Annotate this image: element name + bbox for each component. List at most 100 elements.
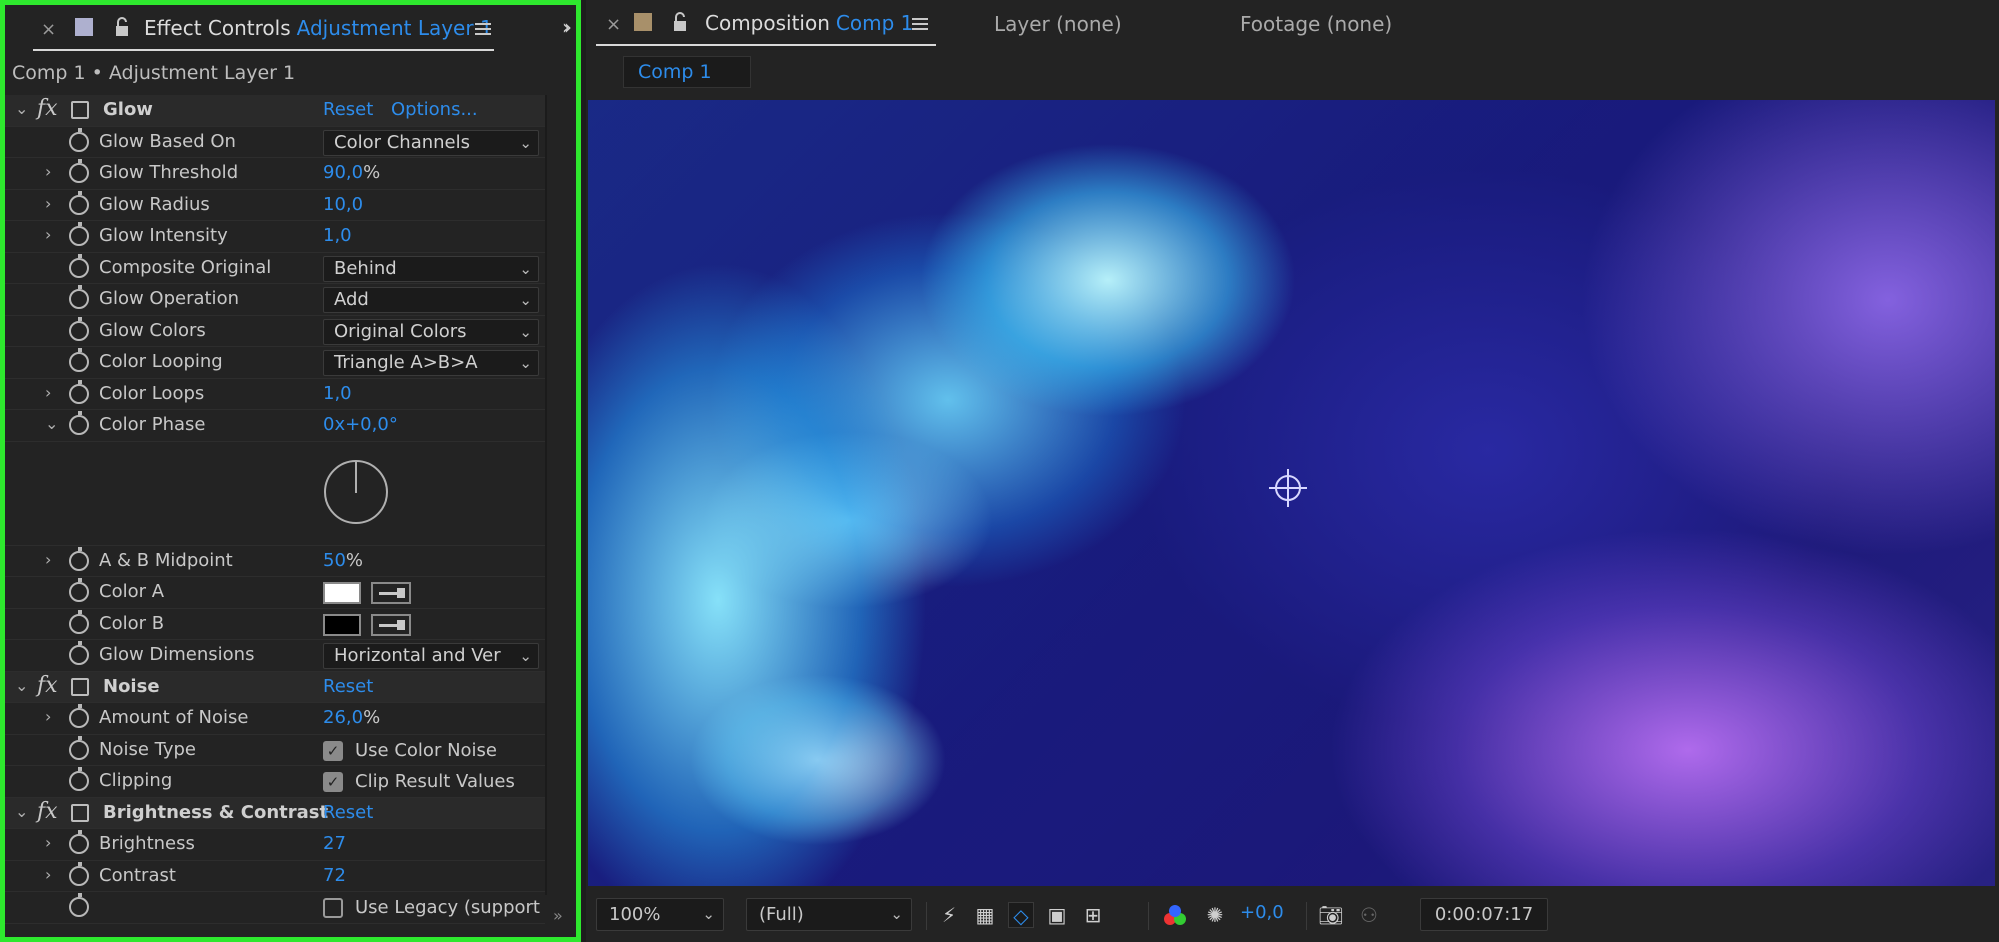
color-phase-value[interactable]: 0x+0,0° (323, 414, 398, 435)
stopwatch-icon[interactable] (69, 348, 89, 372)
close-icon[interactable]: × (606, 14, 621, 35)
chevron-right-icon[interactable]: › (45, 225, 59, 244)
snapshot-camera-icon[interactable]: 📷︎ (1318, 902, 1344, 928)
chevron-down-icon[interactable]: ⌄ (15, 99, 29, 118)
color-b-swatch[interactable] (323, 613, 361, 636)
current-time-display[interactable]: 0:00:07:17 (1420, 898, 1548, 931)
show-snapshot-icon[interactable]: ⚇ (1356, 902, 1382, 928)
color-loops-value[interactable]: 1,0 (323, 383, 352, 404)
dial-row (5, 442, 545, 546)
chevron-right-icon[interactable]: › (45, 383, 59, 402)
glow-colors-dropdown[interactable]: Original Colors ⌄ (323, 318, 539, 345)
stopwatch-icon[interactable] (69, 222, 89, 246)
use-legacy-checkbox[interactable] (323, 898, 343, 918)
active-tab-underline (33, 49, 494, 51)
stopwatch-icon[interactable] (69, 190, 89, 215)
expand-icon[interactable]: » (553, 906, 563, 925)
chevron-right-icon[interactable]: › (45, 550, 59, 569)
chevron-down-icon[interactable]: ⌄ (15, 676, 29, 695)
stopwatch-icon[interactable] (69, 285, 89, 309)
glow-based-on-dropdown[interactable]: Color Channels ⌄ (323, 129, 539, 156)
tab-composition[interactable]: Composition Comp 1 (705, 11, 913, 35)
scrollbar-track[interactable] (545, 95, 547, 895)
stopwatch-icon[interactable] (69, 316, 89, 341)
reset-button[interactable]: Reset (323, 802, 373, 823)
options-button[interactable]: Options... (391, 99, 478, 120)
stopwatch-icon[interactable] (69, 767, 89, 791)
glow-operation-dropdown[interactable]: Add ⌄ (323, 287, 539, 313)
reset-button[interactable]: Reset (323, 99, 373, 120)
effect-controls-panel: × Effect Controls Adjustment Layer 1 ›› C… (0, 0, 581, 942)
panel-menu-icon[interactable] (475, 23, 491, 35)
panel-menu-icon[interactable] (912, 18, 928, 30)
chevron-right-icon[interactable]: › (45, 833, 59, 852)
tab-title-label: Composition (705, 11, 830, 35)
stopwatch-icon[interactable] (69, 609, 89, 634)
color-looping-dropdown[interactable]: Triangle A>B>A ⌄ (323, 350, 539, 376)
grid-guides-icon[interactable]: ⊞ (1080, 902, 1106, 928)
glow-threshold-value[interactable]: 90,0% (323, 162, 380, 183)
lock-icon[interactable] (114, 17, 130, 37)
chevron-right-icon[interactable]: › (45, 707, 59, 726)
stopwatch-icon[interactable] (69, 379, 89, 404)
chevron-right-icon[interactable]: › (45, 162, 59, 181)
stopwatch-icon[interactable] (69, 704, 89, 728)
glow-radius-value[interactable]: 10,0 (323, 194, 363, 215)
color-phase-dial[interactable] (324, 459, 388, 524)
stopwatch-icon[interactable] (69, 546, 89, 571)
fx-icon[interactable]: fx (37, 799, 58, 824)
clip-result-values-checkbox[interactable]: ✓ (323, 772, 343, 792)
eyedropper-icon[interactable] (371, 613, 411, 636)
effect-header-brightness-contrast[interactable]: ⌄ fx Brightness & Contrast Reset (5, 797, 545, 829)
reset-exposure-icon[interactable]: ✺ (1202, 902, 1228, 928)
fx-icon[interactable]: fx (37, 96, 58, 121)
tab-layer-label: Adjustment Layer 1 (296, 16, 493, 40)
color-a-swatch[interactable] (323, 582, 361, 604)
stopwatch-icon[interactable] (69, 735, 89, 760)
zoom-dropdown[interactable]: 100% ⌄ (596, 898, 724, 931)
region-of-interest-icon[interactable]: ▣ (1044, 902, 1070, 928)
glow-dimensions-dropdown[interactable]: Horizontal and Ver ⌄ (323, 643, 539, 669)
brightness-value[interactable]: 27 (323, 833, 346, 854)
reset-button[interactable]: Reset (323, 676, 373, 697)
property-label: Clipping (99, 770, 173, 791)
tab-layer[interactable]: Layer (none) (994, 12, 1122, 36)
composition-viewer[interactable] (588, 100, 1995, 886)
anchor-point-icon[interactable] (1269, 469, 1307, 507)
exposure-value[interactable]: +0,0 (1240, 902, 1284, 923)
eyedropper-icon[interactable] (371, 582, 411, 604)
stopwatch-icon[interactable] (69, 830, 89, 854)
fx-icon[interactable]: fx (37, 673, 58, 698)
stopwatch-icon[interactable] (69, 893, 89, 917)
tab-footage[interactable]: Footage (none) (1240, 12, 1392, 36)
stopwatch-icon[interactable] (69, 578, 89, 602)
composite-original-dropdown[interactable]: Behind ⌄ (323, 255, 539, 282)
mask-path-visibility-icon[interactable]: ◇ (1008, 902, 1034, 928)
effect-header-glow[interactable]: ⌄ fx Glow Reset Options... (5, 95, 545, 127)
stopwatch-icon[interactable] (69, 411, 89, 435)
resolution-dropdown[interactable]: (Full) ⌄ (746, 898, 912, 931)
chevron-down-icon[interactable]: ⌄ (15, 802, 29, 821)
contrast-value[interactable]: 72 (323, 865, 346, 886)
amount-of-noise-value[interactable]: 26,0% (323, 707, 380, 728)
stopwatch-icon[interactable] (69, 159, 89, 183)
tab-effect-controls[interactable]: Effect Controls Adjustment Layer 1 (144, 16, 493, 40)
chevron-right-icon[interactable]: › (45, 865, 59, 884)
chevron-down-icon[interactable]: ⌄ (45, 414, 59, 433)
lock-icon[interactable] (672, 12, 688, 32)
close-icon[interactable]: × (41, 19, 56, 40)
stopwatch-icon[interactable] (69, 641, 89, 665)
midpoint-value[interactable]: 50% (323, 550, 363, 571)
expand-panels-icon[interactable]: ›› (562, 15, 572, 39)
transparency-grid-icon[interactable]: ▦ (972, 902, 998, 928)
show-channel-icon[interactable] (1164, 905, 1190, 929)
use-color-noise-checkbox[interactable]: ✓ (323, 740, 343, 761)
comp-navigator-tab[interactable]: Comp 1 (623, 56, 751, 88)
stopwatch-icon[interactable] (69, 861, 89, 886)
stopwatch-icon[interactable] (69, 127, 89, 152)
effect-header-noise[interactable]: ⌄ fx Noise Reset (5, 671, 545, 703)
glow-intensity-value[interactable]: 1,0 (323, 225, 352, 246)
chevron-right-icon[interactable]: › (45, 194, 59, 213)
fast-previews-icon[interactable]: ⚡ (936, 902, 962, 928)
stopwatch-icon[interactable] (69, 253, 89, 278)
